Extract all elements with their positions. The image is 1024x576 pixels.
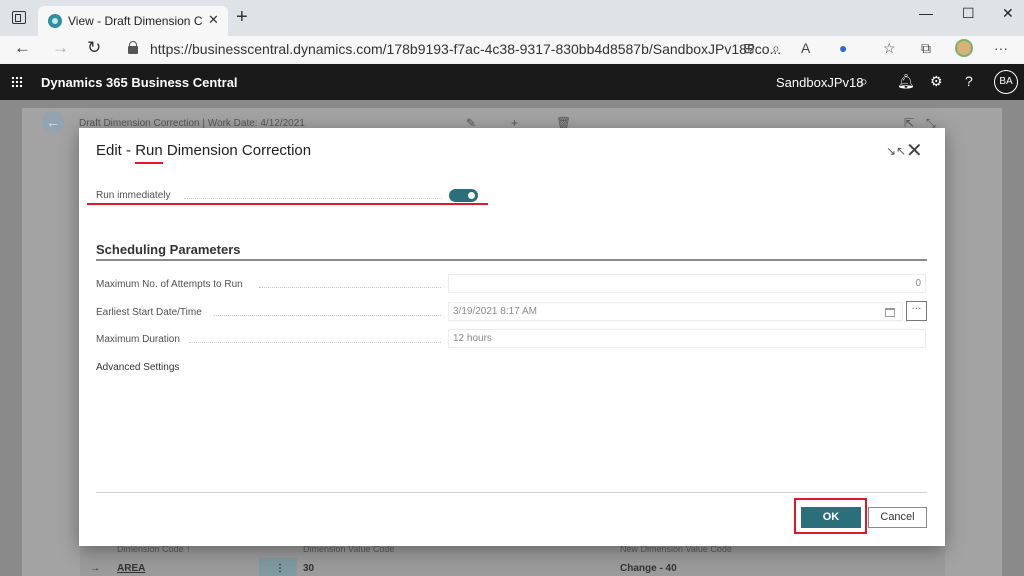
settings-more-icon[interactable]: ··· <box>994 40 1008 56</box>
read-aloud-icon[interactable]: A <box>801 40 810 56</box>
tab-title: View - Draft Dimension Correction <box>68 14 202 28</box>
url-text: https://businesscentral.dynamics.com/178… <box>150 41 782 57</box>
app-title: Dynamics 365 Business Central <box>41 75 238 90</box>
row-menu-icon: ⋮ <box>275 563 285 574</box>
minimize-icon[interactable]: — <box>919 5 933 21</box>
app-available-icon[interactable]: ⊞ <box>743 40 755 57</box>
refresh-icon[interactable]: ↻ <box>87 38 101 58</box>
notifications-icon[interactable]: 🔔︎ <box>897 73 915 90</box>
section-divider <box>96 259 927 261</box>
back-arrow-icon: ← <box>42 111 64 133</box>
url-field[interactable]: https://businesscentral.dynamics.com/178… <box>120 38 781 60</box>
footer-divider <box>96 492 927 493</box>
browser-tab-bar: View - Draft Dimension Correction ✕ + — … <box>0 0 1024 36</box>
advanced-settings-link[interactable]: Advanced Settings <box>96 362 179 373</box>
dialog-title: Edit - Run Dimension Correction <box>96 142 311 159</box>
calendar-icon[interactable] <box>885 308 895 317</box>
cancel-button[interactable]: Cancel <box>868 507 927 528</box>
annotation-underline-run <box>135 162 163 164</box>
dialog-title-suffix: Dimension Correction <box>162 142 312 159</box>
run-immediately-toggle[interactable] <box>449 189 478 202</box>
ok-button[interactable]: OK <box>801 507 861 528</box>
lock-icon <box>128 41 138 54</box>
tab-close-icon[interactable]: ✕ <box>208 12 219 28</box>
leader-dots <box>189 342 441 343</box>
window-close-icon[interactable]: ✕ <box>1002 5 1014 22</box>
collapse-dialog-icon[interactable]: ↘↖ <box>886 144 906 158</box>
max-duration-field[interactable]: 12 hours <box>448 329 926 348</box>
run-immediately-label: Run immediately <box>96 190 171 201</box>
row-dimension-code: AREA <box>117 563 146 574</box>
maximize-icon[interactable]: ☐ <box>962 5 975 22</box>
gear-icon[interactable]: ⚙ <box>930 73 943 90</box>
earliest-start-label: Earliest Start Date/Time <box>96 307 202 318</box>
close-icon[interactable]: ✕ <box>906 138 923 163</box>
max-attempts-field[interactable]: 0 <box>448 274 926 293</box>
row-new-dimension-value: Change - 40 <box>620 563 677 574</box>
browser-address-bar: ← → ↻ https://businesscentral.dynamics.c… <box>0 36 1024 62</box>
more-options-button[interactable]: ··· <box>906 301 927 321</box>
max-duration-label: Maximum Duration <box>96 334 180 345</box>
favorites-icon[interactable]: ☆ <box>883 40 896 57</box>
profile-avatar[interactable] <box>955 39 973 57</box>
business-central-favicon-icon <box>48 14 62 28</box>
zoom-icon[interactable]: ⌕ <box>772 40 780 57</box>
window-menu-icon[interactable] <box>12 11 26 24</box>
search-icon[interactable]: ⌕ <box>860 73 868 90</box>
browser-tab[interactable]: View - Draft Dimension Correction ✕ <box>38 6 228 36</box>
help-icon[interactable]: ? <box>965 73 973 89</box>
user-avatar[interactable]: BA <box>994 70 1018 94</box>
row-dimension-value: 30 <box>303 563 315 574</box>
app-header: Dynamics 365 Business Central SandboxJPv… <box>0 64 1024 100</box>
annotation-underline-run-immediately <box>87 203 488 205</box>
edit-run-dialog: Edit - Run Dimension Correction ↘↖ ✕ Run… <box>79 128 945 546</box>
leader-dots <box>184 198 442 199</box>
leader-dots <box>259 287 441 288</box>
section-title-scheduling: Scheduling Parameters <box>96 242 241 257</box>
max-attempts-label: Maximum No. of Attempts to Run <box>96 279 243 290</box>
collections-icon[interactable]: ⧉ <box>921 40 931 57</box>
row-arrow-icon: → <box>90 563 100 574</box>
back-icon[interactable]: ← <box>14 38 31 58</box>
forward-icon[interactable]: → <box>52 38 69 58</box>
earliest-start-field[interactable]: 3/19/2021 8:17 AM <box>448 302 903 321</box>
new-tab-icon[interactable]: + <box>236 6 248 29</box>
dialog-title-run: Run <box>135 142 163 159</box>
company-name[interactable]: SandboxJPv18 <box>776 75 863 90</box>
leader-dots <box>214 315 441 316</box>
app-launcher-icon[interactable] <box>11 76 23 88</box>
extension-icon[interactable]: ● <box>839 40 847 56</box>
dialog-title-prefix: Edit - <box>96 142 136 159</box>
